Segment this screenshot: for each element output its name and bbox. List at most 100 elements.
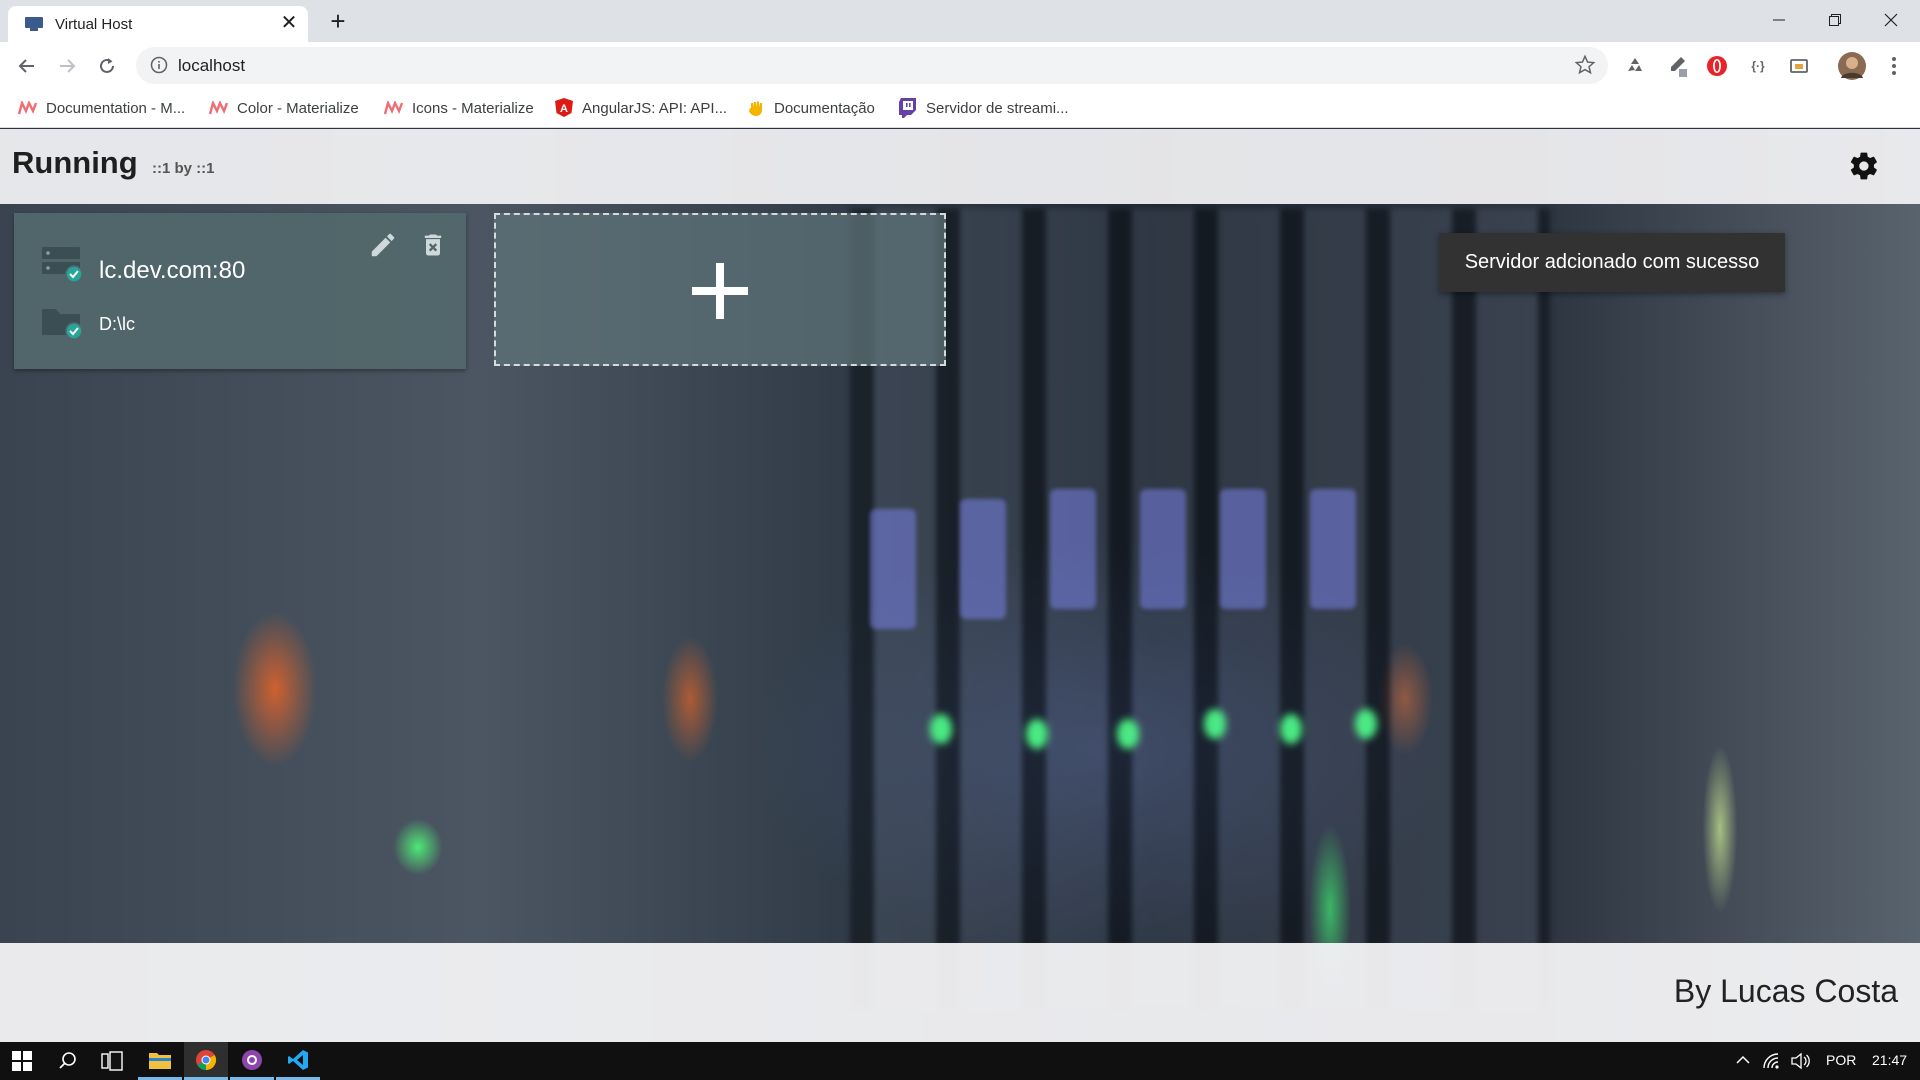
bookmark-item[interactable]: Servidor de streami... [898,97,1069,119]
blade-handle-decoration [1050,489,1096,609]
input-language[interactable]: POR [1826,1052,1856,1068]
add-server-button[interactable] [494,213,946,366]
rack-slots-decoration [850,209,1550,1009]
arrow-right-icon [60,59,76,73]
server-card[interactable]: lc.dev.com:80 D:\lc [14,213,466,369]
bookmark-label: Color - Materialize [237,99,359,117]
taskbar-chrome[interactable] [184,1042,228,1080]
gear-icon[interactable] [1848,150,1880,182]
close-icon [1884,13,1898,27]
taskbar-vscode[interactable] [276,1042,320,1080]
vscode-icon [288,1049,308,1070]
cast-extension-icon[interactable] [1785,52,1813,80]
task-view-button[interactable] [90,1042,134,1080]
svg-text:A: A [560,103,568,115]
twitch-icon [898,98,918,118]
minimize-button[interactable] [1751,0,1807,40]
monitor-favicon-icon [25,17,43,31]
bookmark-item[interactable]: Icons - Materialize [384,97,534,119]
led-decoration [1204,709,1226,739]
blade-handle-decoration [1220,489,1266,609]
eyedropper-extension-icon[interactable] [1662,52,1690,80]
taskbar-file-explorer[interactable] [138,1042,182,1080]
bookmark-label: AngularJS: API: API... [582,99,728,117]
task-view-icon [101,1051,123,1071]
windows-logo-icon [12,1051,32,1071]
bookmark-item[interactable]: A AngularJS: API: API... [554,97,727,119]
server-status-icon [42,247,83,283]
reload-icon [100,58,114,73]
browser-tab-strip: Virtual Host ✕ + [0,0,1920,42]
browser-toolbar: localhost {·} [0,42,1920,88]
address-bar[interactable]: localhost [136,47,1608,84]
materialize-icon [209,99,229,117]
windows-taskbar: POR 21:47 [0,1042,1920,1080]
forward-button[interactable] [50,49,84,83]
bookmark-item[interactable]: Documentation - M... [18,97,185,119]
server-host: lc.dev.com:80 [99,257,246,284]
chevron-up-icon[interactable] [1736,1055,1750,1065]
materialize-icon [384,99,404,117]
search-button[interactable] [46,1042,90,1080]
address-text: localhost [178,56,246,75]
led-decoration [1280,714,1302,744]
bookmark-star-icon[interactable] [1574,54,1596,76]
chrome-icon [196,1049,217,1070]
reload-button[interactable] [90,49,124,83]
bookmark-label: Icons - Materialize [412,99,534,117]
network-icon[interactable] [1762,1052,1780,1070]
bookmark-item[interactable]: Color - Materialize [209,97,359,119]
bookmark-label: Documentation - M... [46,99,186,117]
taskbar-media-app[interactable] [230,1042,274,1080]
pencil-icon[interactable] [368,230,398,260]
blade-handle-decoration [960,499,1006,619]
back-button[interactable] [10,49,44,83]
tab-title: Virtual Host [55,16,133,33]
opera-extension-icon[interactable] [1703,52,1731,80]
page-title: Running [12,145,138,180]
led-decoration [930,714,952,744]
restore-button[interactable] [1807,0,1863,40]
plus-icon [692,263,748,319]
app-header: Running ::1 by ::1 [0,129,1920,204]
bookmarks-bar: Documentation - M... Color - Materialize… [0,88,1920,128]
info-icon[interactable] [150,56,168,74]
blade-handle-decoration [1310,489,1356,609]
browser-tab[interactable]: Virtual Host ✕ [8,6,308,42]
folder-status-icon [42,309,83,340]
chrome-menu-icon[interactable] [1880,52,1908,80]
json-extension-icon[interactable]: {·} [1744,52,1772,80]
search-icon [59,1052,76,1069]
blade-handle-decoration [1140,489,1186,609]
volume-icon[interactable] [1790,1052,1810,1070]
angularjs-icon: A [554,98,574,117]
media-app-icon [242,1049,262,1070]
server-path: D:\lc [99,314,135,334]
close-window-button[interactable] [1863,0,1919,40]
arrow-left-icon [18,59,34,73]
recycle-extension-icon[interactable] [1621,52,1649,80]
new-tab-button[interactable]: + [324,8,352,36]
clock-time[interactable]: 21:47 [1872,1052,1907,1068]
bookmark-label: Servidor de streami... [926,99,1069,117]
blade-handle-decoration [870,509,916,629]
led-decoration [1026,719,1048,749]
page-viewport: Running ::1 by ::1 lc.dev.com:80 D:\lc S… [0,129,1920,1042]
page-subtitle: ::1 by ::1 [152,160,215,177]
footer-credit: By Lucas Costa [1673,973,1898,1009]
minimize-icon [1773,19,1785,21]
svg-text:{·}: {·} [1751,59,1765,73]
start-button[interactable] [0,1042,44,1080]
success-toast: Servidor adcionado com sucesso [1439,233,1785,292]
led-decoration [1355,709,1377,739]
tab-close-icon[interactable]: ✕ [278,12,300,34]
restore-icon [1829,14,1841,26]
hand-icon [746,99,766,117]
page-footer: By Lucas Costa [0,943,1920,1042]
materialize-icon [18,99,38,117]
profile-avatar[interactable] [1836,50,1868,82]
toast-message: Servidor adcionado com sucesso [1464,251,1760,273]
bookmark-item[interactable]: Documentação [746,97,875,119]
trash-icon[interactable] [419,230,447,260]
bookmark-label: Documentação [774,99,875,117]
